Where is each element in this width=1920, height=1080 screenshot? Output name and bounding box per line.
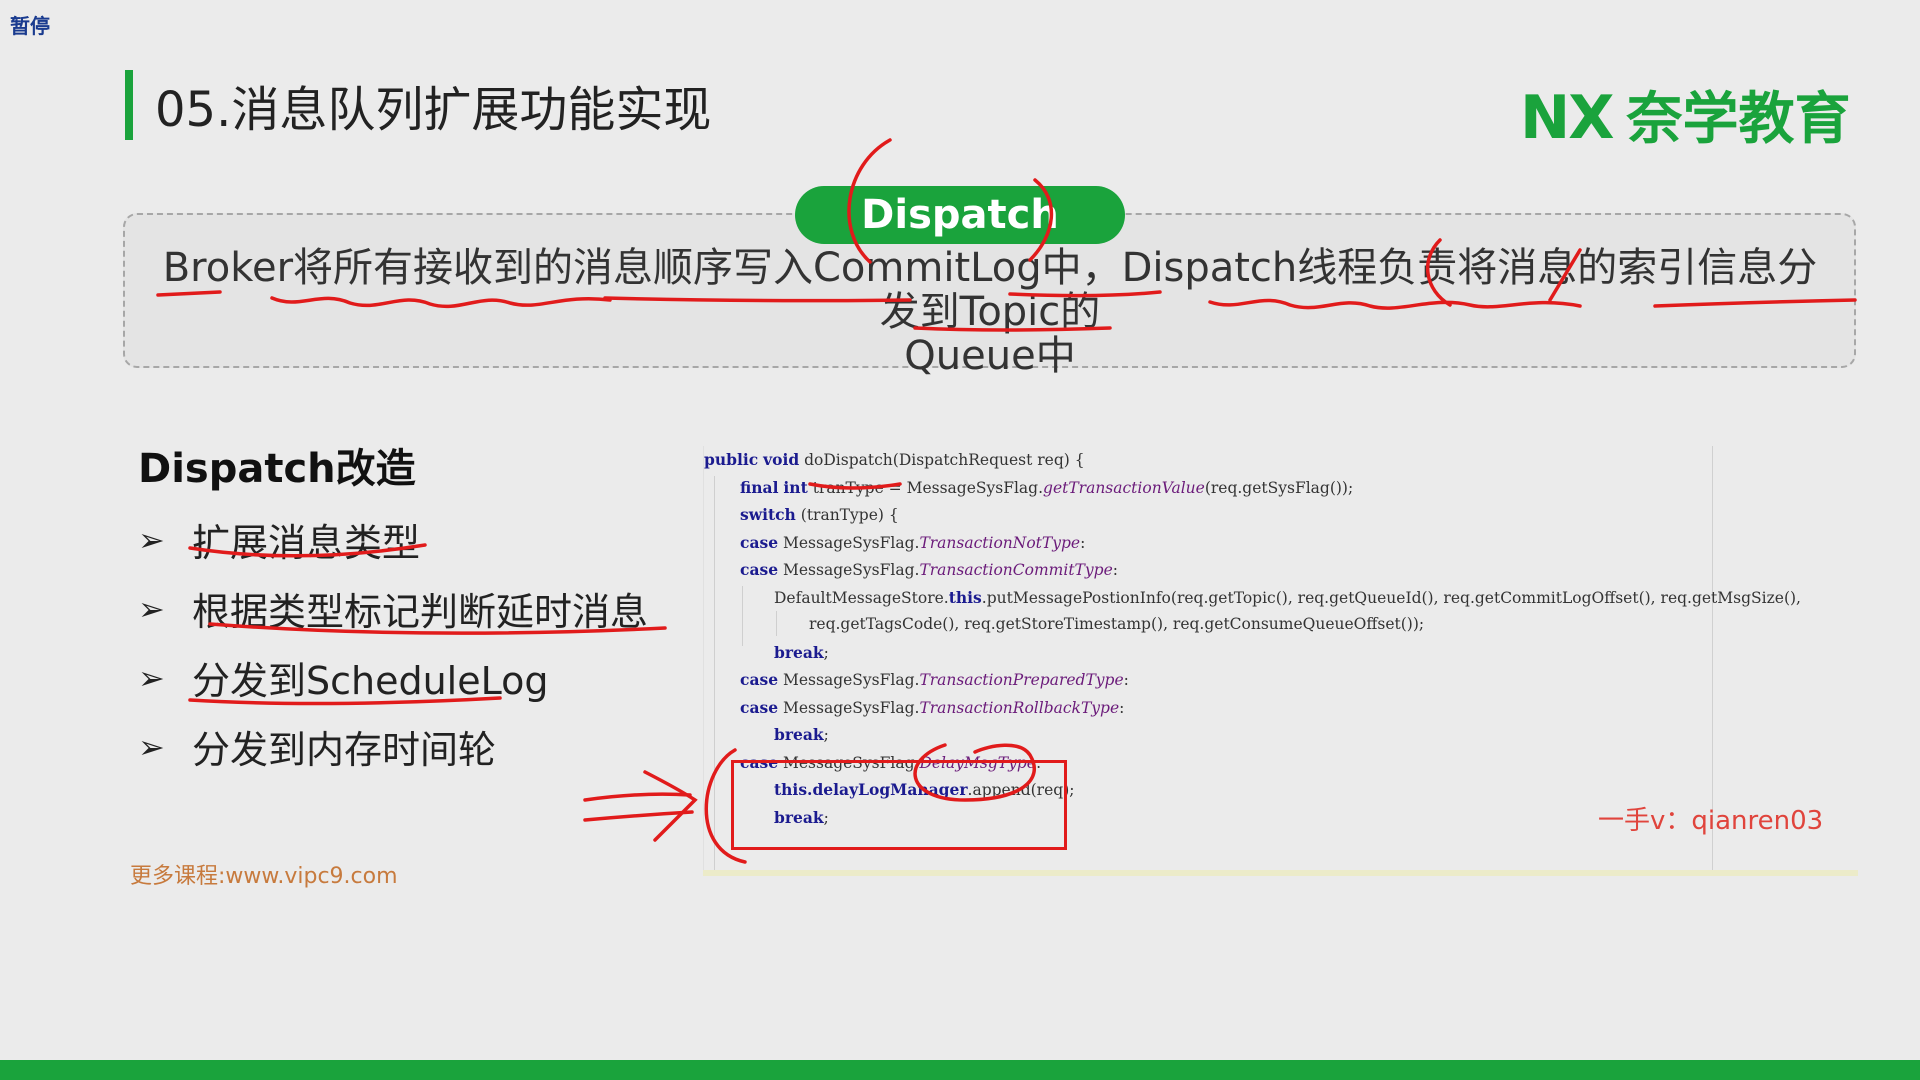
indent-guide	[776, 611, 777, 636]
bullet-item: ➢ 分发到ScheduleLog	[138, 643, 648, 712]
logo-name: 奈学教育	[1626, 87, 1851, 152]
bullet-list: ➢ 扩展消息类型 ➢ 根据类型标记判断延时消息 ➢ 分发到ScheduleLog ➢ 分…	[138, 505, 648, 781]
bullet-text: 分发到ScheduleLog	[192, 659, 549, 703]
code-line: req.getTagsCode(), req.getStoreTimestamp…	[809, 615, 1425, 633]
definition-text: Broker将所有接收到的消息顺序写入CommitLog中，Dispatch线程…	[150, 246, 1830, 378]
code-line: switch (tranType) {	[740, 505, 899, 524]
definition-line-2: Queue中	[904, 333, 1076, 379]
highlight-box	[731, 760, 1067, 850]
section-title: Dispatch改造	[138, 446, 416, 492]
bullet-text: 扩展消息类型	[192, 521, 421, 565]
bullet-arrow-icon: ➢	[138, 658, 165, 697]
code-scroll-edge	[703, 870, 1858, 876]
course-site-link[interactable]: 更多课程:www.vipc9.com	[130, 858, 398, 890]
bullet-arrow-icon: ➢	[138, 589, 165, 628]
indent-guide	[742, 586, 743, 646]
annotation-arrow-shaft	[583, 792, 692, 802]
code-line: DefaultMessageStore.this.putMessagePosti…	[774, 587, 1801, 607]
logo-mark: NX	[1520, 83, 1614, 153]
code-line: public void doDispatch(DispatchRequest r…	[704, 450, 1085, 469]
code-line: case MessageSysFlag.TransactionPreparedT…	[740, 670, 1129, 689]
code-line: case MessageSysFlag.TransactionRollbackT…	[740, 697, 1125, 717]
dispatch-pill: Dispatch	[795, 186, 1125, 244]
method-name: doDispatch	[804, 451, 893, 469]
contact-watermark: 一手v：qianren03	[1598, 806, 1824, 836]
indent-guide	[714, 476, 715, 876]
bullet-item: ➢ 根据类型标记判断延时消息	[138, 574, 648, 643]
bullet-arrow-icon: ➢	[138, 520, 165, 559]
code-line: final int tranType = MessageSysFlag.getT…	[740, 477, 1354, 497]
code-line: break;	[774, 725, 829, 744]
title-accent-bar	[125, 70, 133, 140]
code-line: break;	[774, 642, 829, 662]
pause-indicator[interactable]: 暂停	[10, 10, 50, 39]
annotation-arrow-head	[643, 770, 698, 842]
bullet-text: 分发到内存时间轮	[192, 728, 497, 772]
code-line: case MessageSysFlag.TransactionCommitTyp…	[740, 560, 1118, 579]
definition-line-1: Broker将所有接收到的消息顺序写入CommitLog中，Dispatch线程…	[162, 245, 1818, 335]
brand-logo: NX 奈学教育	[1520, 74, 1850, 155]
bullet-arrow-icon: ➢	[138, 727, 165, 766]
bullet-text: 根据类型标记判断延时消息	[192, 590, 649, 634]
slide-title: 05.消息队列扩展功能实现	[155, 82, 712, 138]
annotation-arrow-shaft	[583, 810, 694, 822]
bullet-item: ➢ 分发到内存时间轮	[138, 712, 648, 781]
bullet-item: ➢ 扩展消息类型	[138, 505, 648, 574]
code-line: case MessageSysFlag.TransactionNotType:	[740, 532, 1086, 552]
bottom-accent-bar	[0, 1060, 1920, 1080]
